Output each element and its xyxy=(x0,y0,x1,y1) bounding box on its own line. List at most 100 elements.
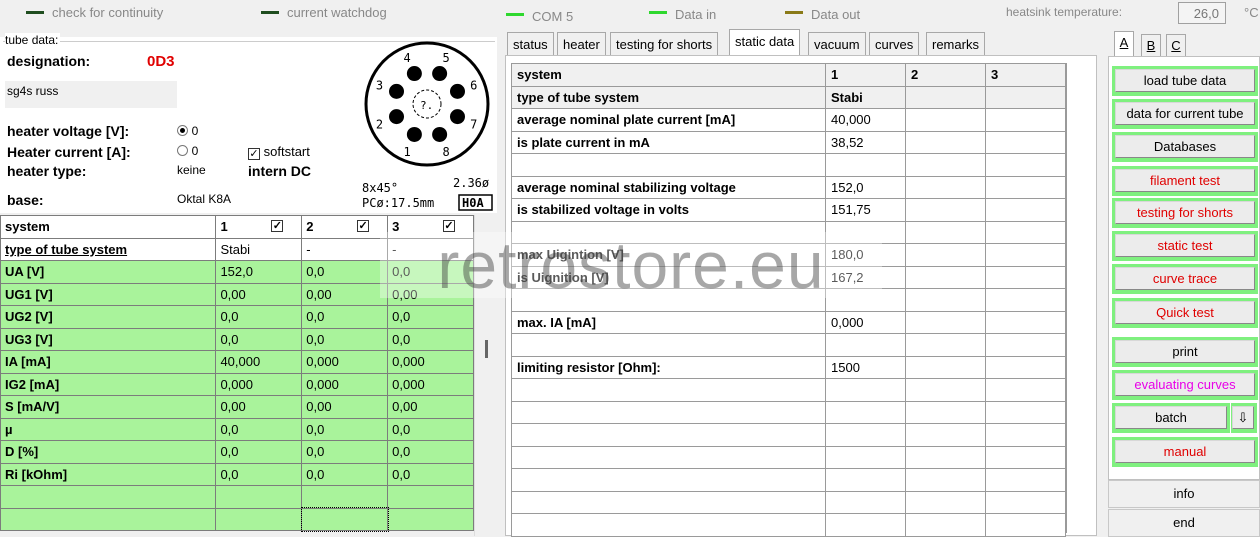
grid-cell[interactable]: 0,0 xyxy=(301,417,389,441)
grid-cell[interactable]: 0,0 xyxy=(387,417,474,441)
static-cell[interactable] xyxy=(985,400,1066,424)
static-cell[interactable] xyxy=(905,423,986,447)
static-cell[interactable] xyxy=(825,153,906,177)
info-button[interactable]: info xyxy=(1108,480,1260,508)
heater-current-radio[interactable]: 0 xyxy=(177,143,198,158)
static-cell[interactable] xyxy=(985,333,1066,357)
static-cell[interactable] xyxy=(985,490,1066,514)
checkbox-checked-icon[interactable]: ✓ xyxy=(443,220,455,233)
tab-testing-for-shorts[interactable]: testing for shorts xyxy=(610,32,719,55)
grid-cell[interactable]: 0,000 xyxy=(301,350,389,374)
tube-note-field[interactable]: sg4s russ xyxy=(5,81,177,108)
load-tube-data-button[interactable]: load tube data xyxy=(1112,66,1258,96)
static-cell[interactable]: Stabi xyxy=(825,85,906,109)
static-cell[interactable] xyxy=(825,333,906,357)
button-page-tab-C[interactable]: C xyxy=(1166,34,1186,56)
batch-button[interactable]: batch xyxy=(1112,403,1230,433)
grid-cell[interactable]: 152,0 xyxy=(215,260,303,284)
grid-cell[interactable] xyxy=(387,507,474,531)
static-cell[interactable] xyxy=(905,175,986,199)
static-cell[interactable]: 0,000 xyxy=(825,310,906,334)
static-cell[interactable] xyxy=(985,513,1066,537)
grid-cell[interactable]: 0,0 xyxy=(387,462,474,486)
static-cell[interactable] xyxy=(825,400,906,424)
static-cell[interactable] xyxy=(825,445,906,469)
grid-cell[interactable]: 0,00 xyxy=(387,282,474,306)
static-cell[interactable] xyxy=(825,490,906,514)
static-cell[interactable] xyxy=(825,468,906,492)
static-cell[interactable] xyxy=(905,108,986,132)
static-cell[interactable]: 151,75 xyxy=(825,198,906,222)
static-cell[interactable]: 38,52 xyxy=(825,130,906,154)
system-3-header[interactable]: 3 ✓ xyxy=(387,215,474,239)
quick-test-button[interactable]: Quick test xyxy=(1112,298,1258,328)
grid-cell[interactable]: 0,0 xyxy=(215,327,303,351)
softstart-checkbox[interactable]: ✓ softstart xyxy=(248,144,310,160)
static-cell[interactable] xyxy=(985,423,1066,447)
static-cell[interactable] xyxy=(985,108,1066,132)
checkbox-checked-icon[interactable]: ✓ xyxy=(357,220,370,233)
grid-cell[interactable]: 0,00 xyxy=(301,282,389,306)
static-cell[interactable] xyxy=(905,153,986,177)
filament-test-button[interactable]: filament test xyxy=(1112,166,1258,196)
static-cell[interactable] xyxy=(985,265,1066,289)
batch-dropdown-button[interactable]: ⇩ xyxy=(1231,403,1257,433)
checkbox-checked-icon[interactable]: ✓ xyxy=(271,220,284,233)
manual-button[interactable]: manual xyxy=(1112,437,1258,467)
static-cell[interactable] xyxy=(905,265,986,289)
static-cell[interactable] xyxy=(905,468,986,492)
print-button[interactable]: print xyxy=(1112,337,1258,367)
static-cell[interactable] xyxy=(905,85,986,109)
button-page-tab-B[interactable]: B xyxy=(1141,34,1161,56)
grid-cell[interactable] xyxy=(300,507,389,532)
grid-cell[interactable] xyxy=(301,485,389,509)
grid-cell[interactable]: 0,00 xyxy=(215,282,303,306)
static-cell[interactable] xyxy=(985,198,1066,222)
static-cell[interactable] xyxy=(985,445,1066,469)
grid-cell[interactable]: 0,000 xyxy=(387,372,474,396)
static-cell[interactable]: 180,0 xyxy=(825,243,906,267)
scrollbar-grip[interactable] xyxy=(485,340,488,358)
data-for-current-tube-button[interactable]: data for current tube xyxy=(1112,99,1258,129)
grid-cell[interactable]: - xyxy=(301,237,389,261)
grid-cell[interactable] xyxy=(215,485,303,509)
static-cell[interactable] xyxy=(985,288,1066,312)
static-cell[interactable] xyxy=(905,400,986,424)
left-grid-scrollbar[interactable] xyxy=(474,215,497,536)
grid-cell[interactable]: 0,000 xyxy=(301,372,389,396)
static-cell[interactable] xyxy=(985,378,1066,402)
static-cell[interactable] xyxy=(985,175,1066,199)
static-cell[interactable] xyxy=(825,378,906,402)
static-test-button[interactable]: static test xyxy=(1112,231,1258,261)
static-cell[interactable] xyxy=(825,513,906,537)
grid-cell[interactable]: 0,0 xyxy=(387,440,474,464)
static-cell[interactable] xyxy=(905,220,986,244)
static-cell[interactable]: 1500 xyxy=(825,355,906,379)
grid-cell[interactable]: 0,0 xyxy=(215,305,303,329)
system-2-header[interactable]: 2 ✓ xyxy=(301,215,389,239)
curve-trace-button[interactable]: curve trace xyxy=(1112,264,1258,294)
grid-cell[interactable]: 0,0 xyxy=(301,260,389,284)
grid-cell[interactable]: 0,0 xyxy=(387,305,474,329)
static-cell[interactable] xyxy=(905,130,986,154)
grid-cell[interactable]: 0,0 xyxy=(387,260,474,284)
static-cell[interactable]: 40,000 xyxy=(825,108,906,132)
static-cell[interactable] xyxy=(985,85,1066,109)
end-button[interactable]: end xyxy=(1108,509,1260,537)
designation-value[interactable]: 0D3 xyxy=(147,53,175,70)
grid-cell[interactable]: 0,00 xyxy=(387,395,474,419)
static-cell[interactable] xyxy=(985,220,1066,244)
button-page-tab-A[interactable]: A xyxy=(1114,31,1134,56)
static-cell[interactable] xyxy=(825,423,906,447)
static-cell[interactable] xyxy=(985,130,1066,154)
static-cell[interactable] xyxy=(985,153,1066,177)
tab-heater[interactable]: heater xyxy=(557,32,606,55)
grid-cell[interactable]: 40,000 xyxy=(215,350,303,374)
grid-cell[interactable]: 0,0 xyxy=(301,327,389,351)
tab-remarks[interactable]: remarks xyxy=(926,32,985,55)
heater-voltage-radio[interactable]: 0 xyxy=(177,123,198,138)
static-cell[interactable] xyxy=(905,513,986,537)
static-cell[interactable] xyxy=(905,198,986,222)
grid-cell[interactable]: 0,0 xyxy=(215,462,303,486)
static-cell[interactable] xyxy=(905,310,986,334)
